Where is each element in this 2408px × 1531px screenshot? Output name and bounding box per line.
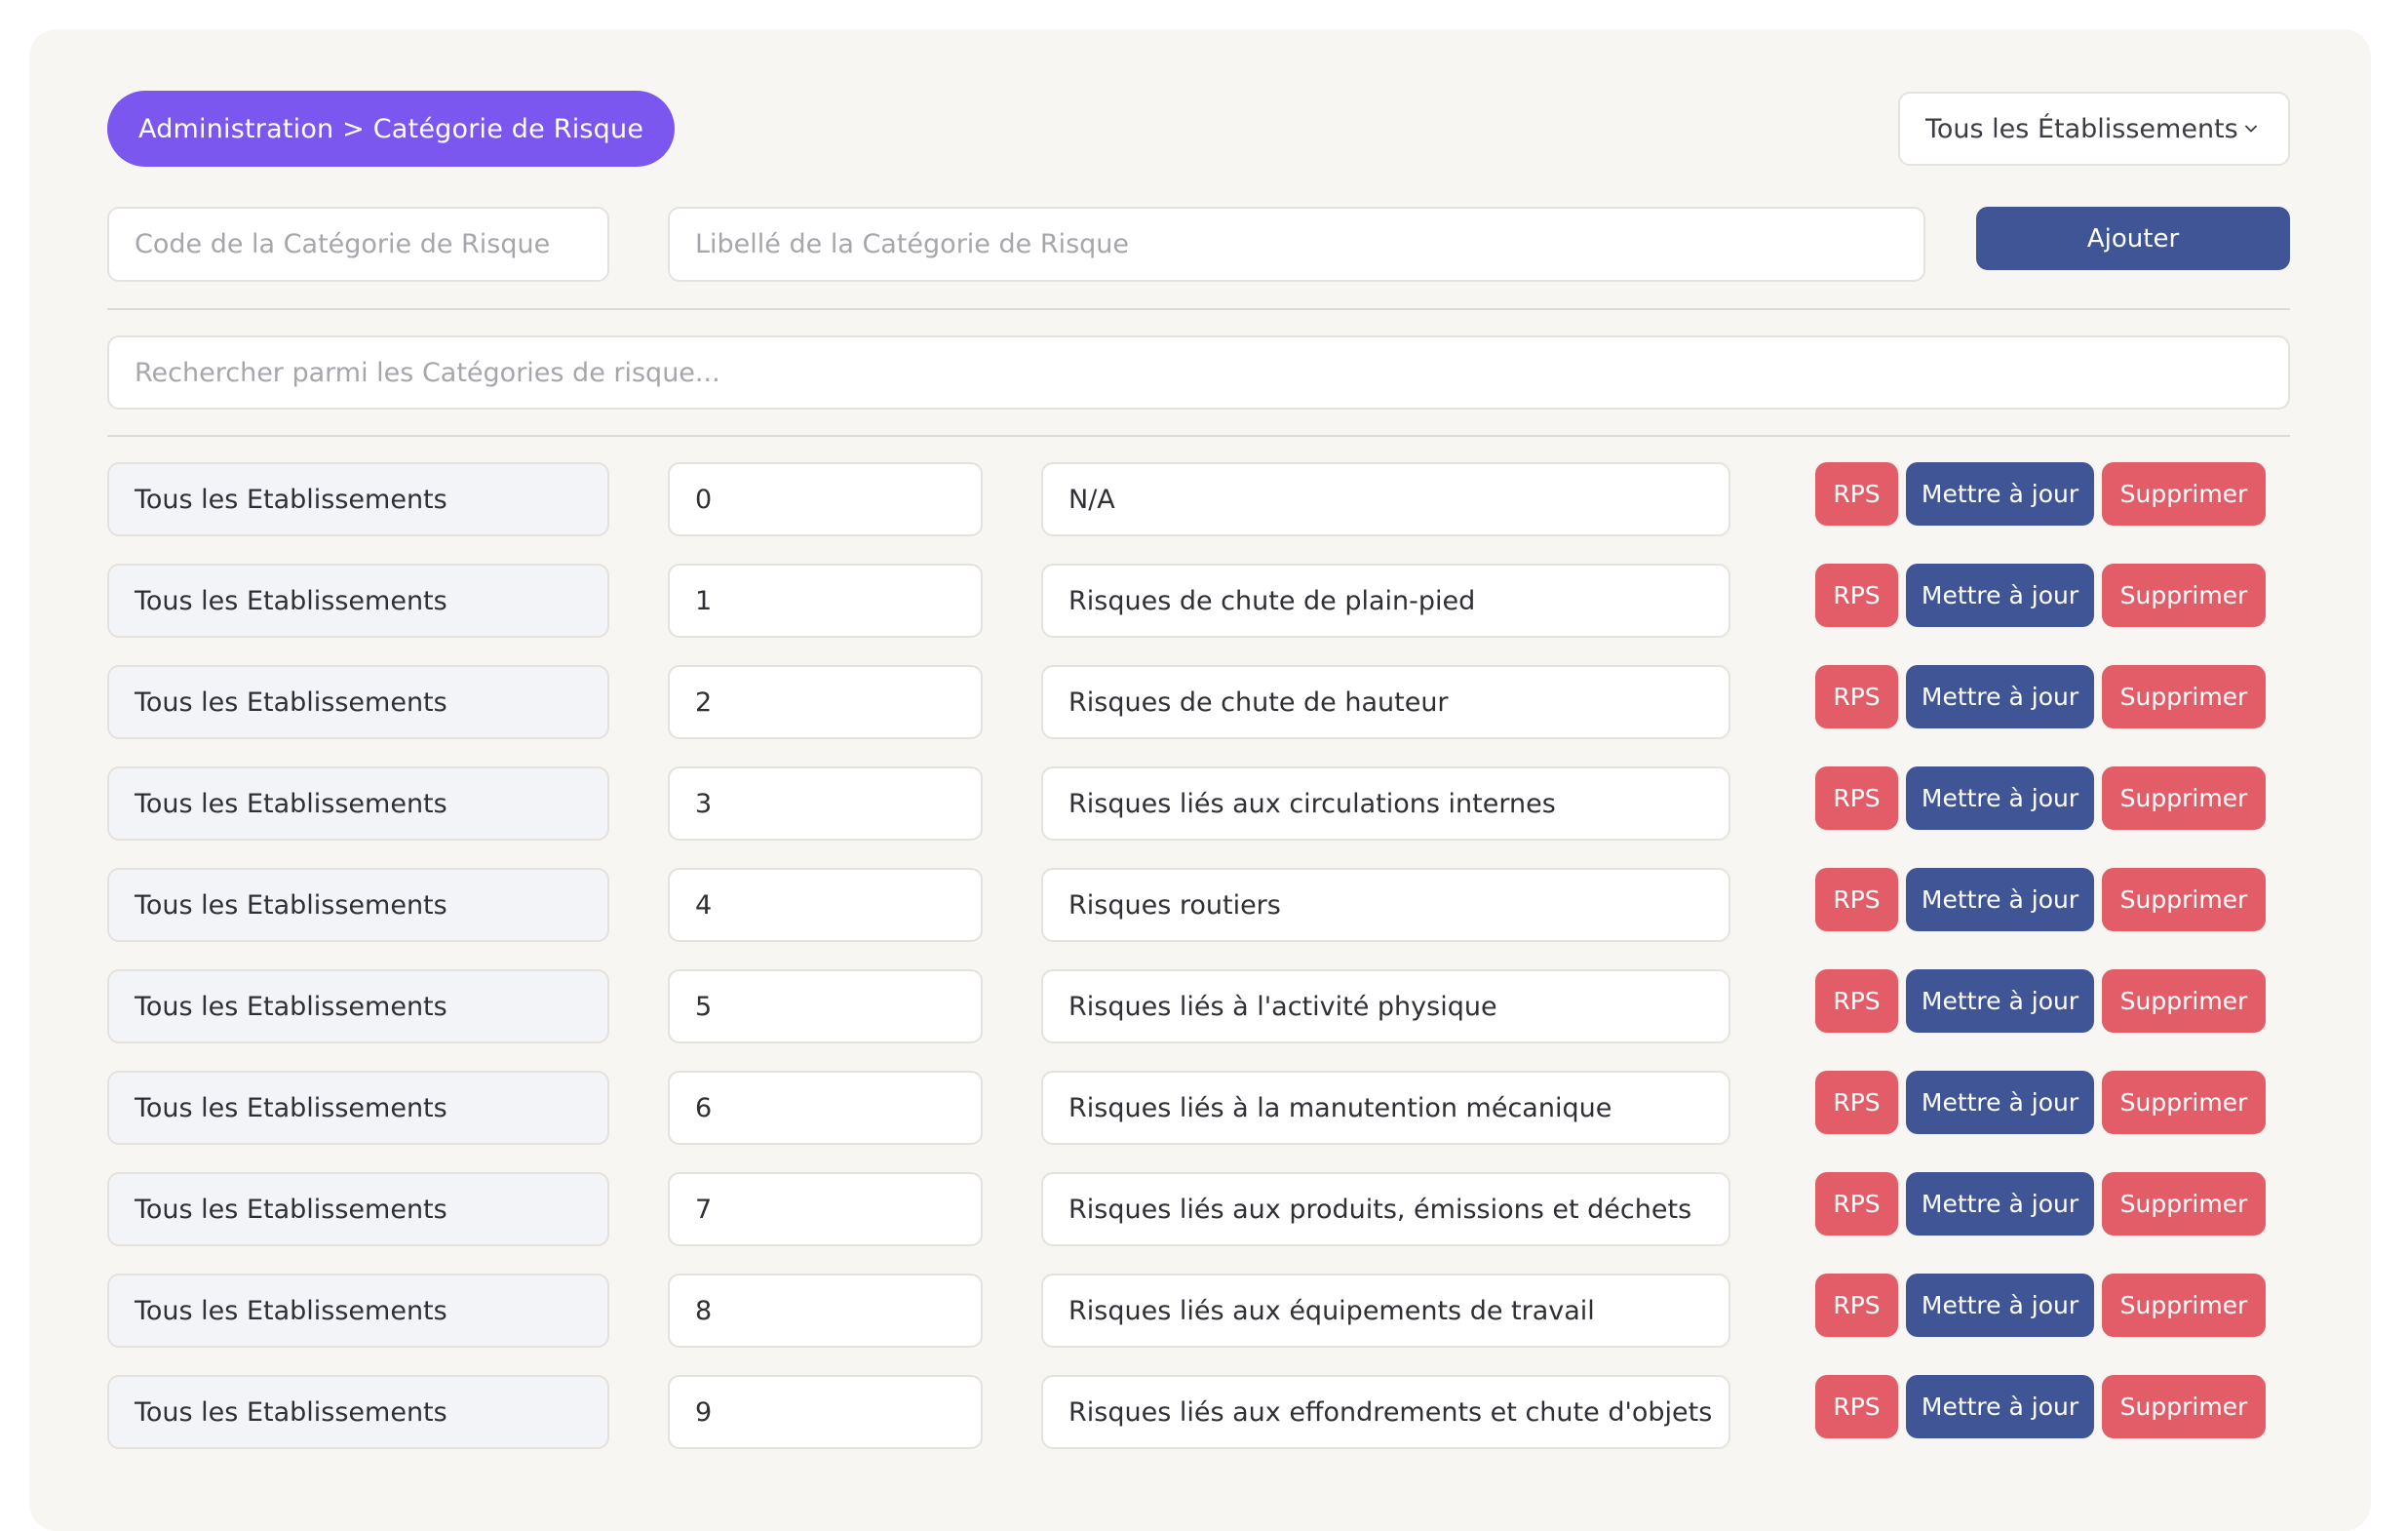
- row-label-field[interactable]: Risques de chute de plain-pied: [1041, 564, 1730, 638]
- row-code-field[interactable]: 7: [668, 1172, 983, 1246]
- delete-button[interactable]: Supprimer: [2102, 969, 2266, 1033]
- update-button[interactable]: Mettre à jour: [1906, 969, 2094, 1033]
- delete-button[interactable]: Supprimer: [2102, 1071, 2266, 1134]
- rps-button[interactable]: RPS: [1815, 1071, 1898, 1134]
- divider: [107, 308, 2290, 310]
- row-label-field[interactable]: Risques de chute de hauteur: [1041, 665, 1730, 739]
- establishment-filter-value: Tous les Établissements: [1925, 113, 2238, 144]
- table-row: Tous les Etablissements 2 Risques de chute…: [0, 665, 2408, 739]
- row-establishment[interactable]: Tous les Etablissements: [107, 868, 609, 942]
- code-input[interactable]: [107, 207, 609, 282]
- rps-button[interactable]: RPS: [1815, 1172, 1898, 1236]
- delete-button[interactable]: Supprimer: [2102, 564, 2266, 627]
- row-code-field[interactable]: 5: [668, 969, 983, 1043]
- row-label-field[interactable]: Risques liés aux produits, émissions et …: [1041, 1172, 1730, 1246]
- chevron-down-icon: [2245, 125, 2257, 133]
- row-code-field[interactable]: 0: [668, 462, 983, 536]
- label-input[interactable]: [668, 207, 1925, 282]
- row-label-field[interactable]: Risques liés à la manutention mécanique: [1041, 1071, 1730, 1145]
- table-row: Tous les Etablissements 9 Risques liés aux…: [0, 1375, 2408, 1449]
- row-establishment[interactable]: Tous les Etablissements: [107, 766, 609, 841]
- row-code-field[interactable]: 3: [668, 766, 983, 841]
- row-label-field[interactable]: Risques routiers: [1041, 868, 1730, 942]
- delete-button[interactable]: Supprimer: [2102, 868, 2266, 931]
- delete-button[interactable]: Supprimer: [2102, 1172, 2266, 1236]
- update-button[interactable]: Mettre à jour: [1906, 1375, 2094, 1438]
- row-code-field[interactable]: 9: [668, 1375, 983, 1449]
- update-button[interactable]: Mettre à jour: [1906, 1071, 2094, 1134]
- table-row: Tous les Etablissements 5 Risques liés à l…: [0, 969, 2408, 1043]
- row-code-field[interactable]: 1: [668, 564, 983, 638]
- delete-button[interactable]: Supprimer: [2102, 1274, 2266, 1337]
- rps-button[interactable]: RPS: [1815, 564, 1898, 627]
- row-code-field[interactable]: 4: [668, 868, 983, 942]
- row-code-field[interactable]: 6: [668, 1071, 983, 1145]
- row-establishment[interactable]: Tous les Etablissements: [107, 462, 609, 536]
- update-button[interactable]: Mettre à jour: [1906, 564, 2094, 627]
- breadcrumb[interactable]: Administration > Catégorie de Risque: [107, 91, 676, 167]
- table-row: Tous les Etablissements 4 Risques routiers…: [0, 868, 2408, 942]
- row-code-field[interactable]: 2: [668, 665, 983, 739]
- rps-button[interactable]: RPS: [1815, 462, 1898, 526]
- table-row: Tous les Etablissements 8 Risques liés aux…: [0, 1274, 2408, 1348]
- update-button[interactable]: Mettre à jour: [1906, 868, 2094, 931]
- table-row: Tous les Etablissements 0 N/A RPS Mettre à j…: [0, 462, 2408, 536]
- row-label-field[interactable]: Risques liés aux équipements de travail: [1041, 1274, 1730, 1348]
- row-establishment[interactable]: Tous les Etablissements: [107, 1172, 609, 1246]
- update-button[interactable]: Mettre à jour: [1906, 766, 2094, 830]
- row-establishment[interactable]: Tous les Etablissements: [107, 1071, 609, 1145]
- update-button[interactable]: Mettre à jour: [1906, 665, 2094, 728]
- table-row: Tous les Etablissements 3 Risques liés aux…: [0, 766, 2408, 841]
- table-row: Tous les Etablissements 1 Risques de chute…: [0, 564, 2408, 638]
- update-button[interactable]: Mettre à jour: [1906, 1172, 2094, 1236]
- rps-button[interactable]: RPS: [1815, 1375, 1898, 1438]
- row-establishment[interactable]: Tous les Etablissements: [107, 1375, 609, 1449]
- table-row: Tous les Etablissements 7 Risques liés aux…: [0, 1172, 2408, 1246]
- rps-button[interactable]: RPS: [1815, 969, 1898, 1033]
- rps-button[interactable]: RPS: [1815, 665, 1898, 728]
- row-establishment[interactable]: Tous les Etablissements: [107, 665, 609, 739]
- delete-button[interactable]: Supprimer: [2102, 1375, 2266, 1438]
- delete-button[interactable]: Supprimer: [2102, 766, 2266, 830]
- row-label-field[interactable]: Risques liés aux effondrements et chute …: [1041, 1375, 1730, 1449]
- update-button[interactable]: Mettre à jour: [1906, 1274, 2094, 1337]
- delete-button[interactable]: Supprimer: [2102, 462, 2266, 526]
- row-establishment[interactable]: Tous les Etablissements: [107, 1274, 609, 1348]
- row-label-field[interactable]: Risques liés à l'activité physique: [1041, 969, 1730, 1043]
- establishment-filter-select[interactable]: Tous les Établissements: [1898, 92, 2290, 166]
- search-input[interactable]: [107, 335, 2290, 410]
- delete-button[interactable]: Supprimer: [2102, 665, 2266, 728]
- rps-button[interactable]: RPS: [1815, 868, 1898, 931]
- row-label-field[interactable]: Risques liés aux circulations internes: [1041, 766, 1730, 841]
- add-button[interactable]: Ajouter: [1976, 207, 2290, 270]
- rps-button[interactable]: RPS: [1815, 766, 1898, 830]
- update-button[interactable]: Mettre à jour: [1906, 462, 2094, 526]
- row-label-field[interactable]: N/A: [1041, 462, 1730, 536]
- row-establishment[interactable]: Tous les Etablissements: [107, 969, 609, 1043]
- row-code-field[interactable]: 8: [668, 1274, 983, 1348]
- table-row: Tous les Etablissements 6 Risques liés à l…: [0, 1071, 2408, 1145]
- rps-button[interactable]: RPS: [1815, 1274, 1898, 1337]
- row-establishment[interactable]: Tous les Etablissements: [107, 564, 609, 638]
- divider: [107, 435, 2290, 437]
